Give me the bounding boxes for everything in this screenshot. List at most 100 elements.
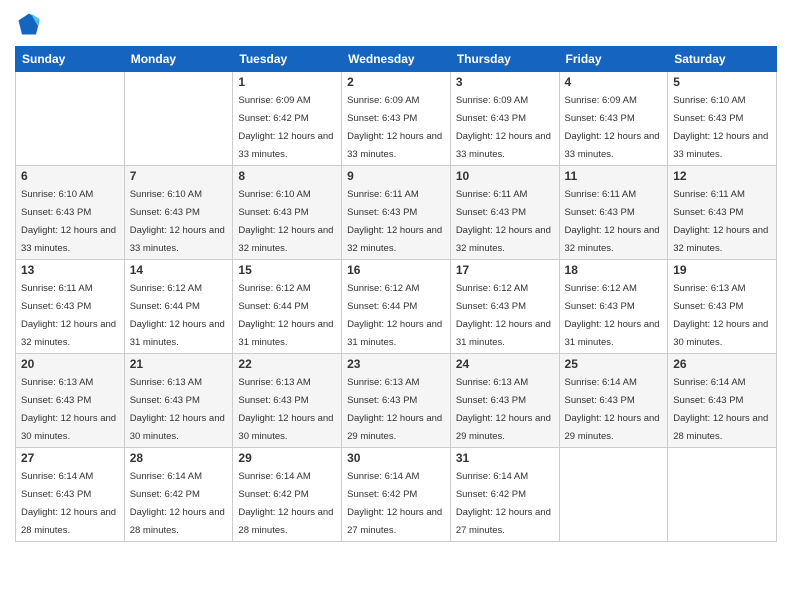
day-info: Sunrise: 6:14 AMSunset: 6:42 PMDaylight:… <box>456 471 551 536</box>
calendar-cell: 16 Sunrise: 6:12 AMSunset: 6:44 PMDaylig… <box>342 260 451 354</box>
day-info: Sunrise: 6:11 AMSunset: 6:43 PMDaylight:… <box>347 189 442 254</box>
week-row-1: 1 Sunrise: 6:09 AMSunset: 6:42 PMDayligh… <box>16 72 777 166</box>
day-number: 21 <box>130 357 228 371</box>
day-info: Sunrise: 6:10 AMSunset: 6:43 PMDaylight:… <box>130 189 225 254</box>
calendar-cell: 7 Sunrise: 6:10 AMSunset: 6:43 PMDayligh… <box>124 166 233 260</box>
day-info: Sunrise: 6:12 AMSunset: 6:43 PMDaylight:… <box>456 283 551 348</box>
day-number: 22 <box>238 357 336 371</box>
day-info: Sunrise: 6:13 AMSunset: 6:43 PMDaylight:… <box>238 377 333 442</box>
day-info: Sunrise: 6:09 AMSunset: 6:43 PMDaylight:… <box>565 95 660 160</box>
calendar-cell: 30 Sunrise: 6:14 AMSunset: 6:42 PMDaylig… <box>342 448 451 542</box>
day-number: 20 <box>21 357 119 371</box>
calendar-cell: 1 Sunrise: 6:09 AMSunset: 6:42 PMDayligh… <box>233 72 342 166</box>
calendar-cell: 5 Sunrise: 6:10 AMSunset: 6:43 PMDayligh… <box>668 72 777 166</box>
day-number: 27 <box>21 451 119 465</box>
day-number: 25 <box>565 357 663 371</box>
day-number: 28 <box>130 451 228 465</box>
col-header-saturday: Saturday <box>668 47 777 72</box>
col-header-wednesday: Wednesday <box>342 47 451 72</box>
calendar-cell: 11 Sunrise: 6:11 AMSunset: 6:43 PMDaylig… <box>559 166 668 260</box>
logo-icon <box>15 10 43 38</box>
day-info: Sunrise: 6:14 AMSunset: 6:43 PMDaylight:… <box>21 471 116 536</box>
day-info: Sunrise: 6:14 AMSunset: 6:42 PMDaylight:… <box>130 471 225 536</box>
day-number: 23 <box>347 357 445 371</box>
day-number: 26 <box>673 357 771 371</box>
calendar-cell <box>16 72 125 166</box>
calendar-cell: 8 Sunrise: 6:10 AMSunset: 6:43 PMDayligh… <box>233 166 342 260</box>
calendar-cell: 26 Sunrise: 6:14 AMSunset: 6:43 PMDaylig… <box>668 354 777 448</box>
calendar-cell: 31 Sunrise: 6:14 AMSunset: 6:42 PMDaylig… <box>450 448 559 542</box>
day-number: 8 <box>238 169 336 183</box>
day-number: 16 <box>347 263 445 277</box>
day-number: 3 <box>456 75 554 89</box>
calendar-cell: 4 Sunrise: 6:09 AMSunset: 6:43 PMDayligh… <box>559 72 668 166</box>
day-number: 29 <box>238 451 336 465</box>
calendar-cell: 27 Sunrise: 6:14 AMSunset: 6:43 PMDaylig… <box>16 448 125 542</box>
calendar-cell: 6 Sunrise: 6:10 AMSunset: 6:43 PMDayligh… <box>16 166 125 260</box>
calendar-cell: 9 Sunrise: 6:11 AMSunset: 6:43 PMDayligh… <box>342 166 451 260</box>
day-info: Sunrise: 6:09 AMSunset: 6:43 PMDaylight:… <box>456 95 551 160</box>
day-info: Sunrise: 6:10 AMSunset: 6:43 PMDaylight:… <box>673 95 768 160</box>
calendar-cell: 19 Sunrise: 6:13 AMSunset: 6:43 PMDaylig… <box>668 260 777 354</box>
calendar-cell: 14 Sunrise: 6:12 AMSunset: 6:44 PMDaylig… <box>124 260 233 354</box>
calendar-cell: 18 Sunrise: 6:12 AMSunset: 6:43 PMDaylig… <box>559 260 668 354</box>
header <box>15 10 777 38</box>
day-info: Sunrise: 6:14 AMSunset: 6:43 PMDaylight:… <box>565 377 660 442</box>
day-info: Sunrise: 6:13 AMSunset: 6:43 PMDaylight:… <box>673 283 768 348</box>
day-number: 2 <box>347 75 445 89</box>
day-number: 6 <box>21 169 119 183</box>
col-header-friday: Friday <box>559 47 668 72</box>
logo <box>15 10 47 38</box>
day-number: 18 <box>565 263 663 277</box>
col-header-monday: Monday <box>124 47 233 72</box>
day-info: Sunrise: 6:14 AMSunset: 6:42 PMDaylight:… <box>347 471 442 536</box>
calendar-cell <box>559 448 668 542</box>
day-number: 10 <box>456 169 554 183</box>
week-row-4: 20 Sunrise: 6:13 AMSunset: 6:43 PMDaylig… <box>16 354 777 448</box>
calendar-cell: 25 Sunrise: 6:14 AMSunset: 6:43 PMDaylig… <box>559 354 668 448</box>
day-number: 11 <box>565 169 663 183</box>
day-number: 5 <box>673 75 771 89</box>
calendar-cell: 12 Sunrise: 6:11 AMSunset: 6:43 PMDaylig… <box>668 166 777 260</box>
week-row-3: 13 Sunrise: 6:11 AMSunset: 6:43 PMDaylig… <box>16 260 777 354</box>
day-info: Sunrise: 6:09 AMSunset: 6:42 PMDaylight:… <box>238 95 333 160</box>
day-number: 24 <box>456 357 554 371</box>
week-row-2: 6 Sunrise: 6:10 AMSunset: 6:43 PMDayligh… <box>16 166 777 260</box>
day-info: Sunrise: 6:12 AMSunset: 6:44 PMDaylight:… <box>238 283 333 348</box>
day-info: Sunrise: 6:13 AMSunset: 6:43 PMDaylight:… <box>21 377 116 442</box>
calendar-cell <box>668 448 777 542</box>
calendar-cell: 21 Sunrise: 6:13 AMSunset: 6:43 PMDaylig… <box>124 354 233 448</box>
day-info: Sunrise: 6:11 AMSunset: 6:43 PMDaylight:… <box>673 189 768 254</box>
calendar-cell: 29 Sunrise: 6:14 AMSunset: 6:42 PMDaylig… <box>233 448 342 542</box>
calendar-cell: 2 Sunrise: 6:09 AMSunset: 6:43 PMDayligh… <box>342 72 451 166</box>
col-header-sunday: Sunday <box>16 47 125 72</box>
day-info: Sunrise: 6:12 AMSunset: 6:43 PMDaylight:… <box>565 283 660 348</box>
calendar-cell: 20 Sunrise: 6:13 AMSunset: 6:43 PMDaylig… <box>16 354 125 448</box>
calendar-cell: 13 Sunrise: 6:11 AMSunset: 6:43 PMDaylig… <box>16 260 125 354</box>
day-info: Sunrise: 6:13 AMSunset: 6:43 PMDaylight:… <box>347 377 442 442</box>
day-info: Sunrise: 6:12 AMSunset: 6:44 PMDaylight:… <box>347 283 442 348</box>
calendar-cell: 22 Sunrise: 6:13 AMSunset: 6:43 PMDaylig… <box>233 354 342 448</box>
calendar-cell: 28 Sunrise: 6:14 AMSunset: 6:42 PMDaylig… <box>124 448 233 542</box>
calendar-cell: 10 Sunrise: 6:11 AMSunset: 6:43 PMDaylig… <box>450 166 559 260</box>
day-number: 4 <box>565 75 663 89</box>
day-info: Sunrise: 6:11 AMSunset: 6:43 PMDaylight:… <box>456 189 551 254</box>
day-info: Sunrise: 6:12 AMSunset: 6:44 PMDaylight:… <box>130 283 225 348</box>
day-number: 14 <box>130 263 228 277</box>
calendar-cell: 3 Sunrise: 6:09 AMSunset: 6:43 PMDayligh… <box>450 72 559 166</box>
day-info: Sunrise: 6:11 AMSunset: 6:43 PMDaylight:… <box>21 283 116 348</box>
day-number: 7 <box>130 169 228 183</box>
calendar: SundayMondayTuesdayWednesdayThursdayFrid… <box>15 46 777 542</box>
day-number: 15 <box>238 263 336 277</box>
day-info: Sunrise: 6:13 AMSunset: 6:43 PMDaylight:… <box>130 377 225 442</box>
day-number: 9 <box>347 169 445 183</box>
day-info: Sunrise: 6:10 AMSunset: 6:43 PMDaylight:… <box>238 189 333 254</box>
day-info: Sunrise: 6:10 AMSunset: 6:43 PMDaylight:… <box>21 189 116 254</box>
calendar-cell: 23 Sunrise: 6:13 AMSunset: 6:43 PMDaylig… <box>342 354 451 448</box>
col-header-thursday: Thursday <box>450 47 559 72</box>
day-number: 13 <box>21 263 119 277</box>
page: SundayMondayTuesdayWednesdayThursdayFrid… <box>0 0 792 612</box>
day-number: 1 <box>238 75 336 89</box>
day-info: Sunrise: 6:13 AMSunset: 6:43 PMDaylight:… <box>456 377 551 442</box>
calendar-cell: 24 Sunrise: 6:13 AMSunset: 6:43 PMDaylig… <box>450 354 559 448</box>
